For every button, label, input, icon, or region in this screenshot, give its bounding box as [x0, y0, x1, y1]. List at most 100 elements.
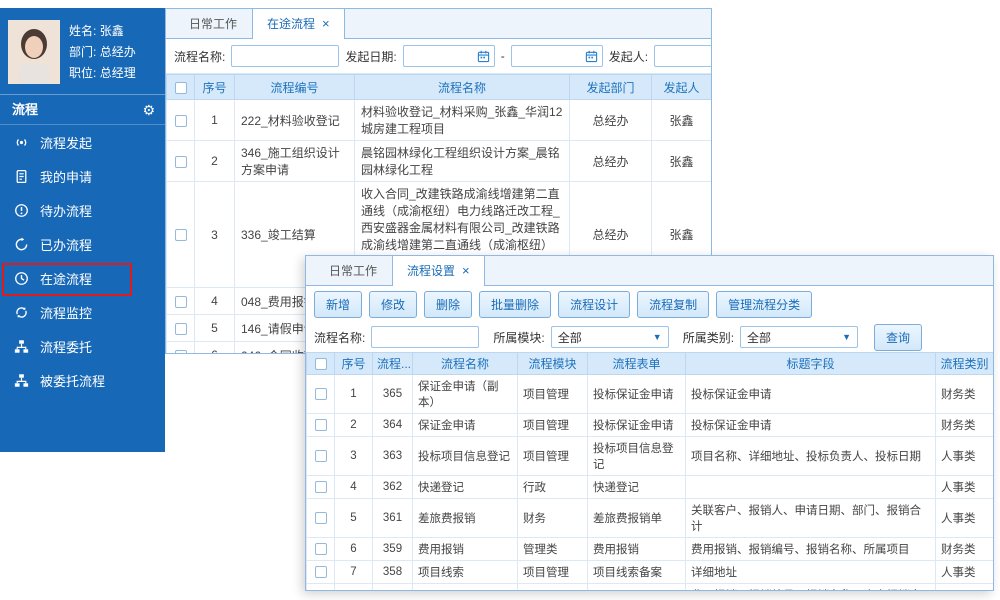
- cell-code: 359: [373, 538, 413, 561]
- sidebar-item-pending-processes[interactable]: 待办流程: [0, 193, 165, 227]
- cell-module: 项目管理: [518, 437, 588, 476]
- cell-title-fields: [686, 476, 936, 499]
- process-name-label: 流程名称:: [174, 48, 225, 65]
- module-label: 所属模块:: [493, 329, 544, 346]
- row-checkbox[interactable]: [175, 156, 187, 168]
- cell-title-fields: 关联客户、报销人、申请日期、部门、报销合计: [686, 499, 936, 538]
- cell-no: 1: [195, 100, 235, 141]
- table-row: 1 222_材料验收登记 材料验收登记_材料采购_张鑫_华润12城房建工程项目 …: [167, 100, 712, 141]
- calendar-icon: [585, 50, 598, 63]
- initiator-input[interactable]: [654, 45, 711, 67]
- delete-button[interactable]: 删除: [424, 291, 472, 318]
- table-row: 4 362 快递登记 行政 快递登记 人事类: [307, 476, 994, 499]
- col-header-form: 流程表单: [588, 353, 686, 375]
- end-date-input[interactable]: [511, 45, 603, 67]
- row-checkbox[interactable]: [315, 481, 327, 493]
- start-date-input[interactable]: [403, 45, 495, 67]
- sidebar-item-my-applications[interactable]: 我的申请: [0, 159, 165, 193]
- query-button[interactable]: 查询: [874, 324, 922, 351]
- process-name-label: 流程名称:: [314, 329, 365, 346]
- close-icon[interactable]: ×: [462, 266, 470, 276]
- toolbar: 新增 修改 删除 批量删除 流程设计 流程复制 管理流程分类: [306, 286, 993, 322]
- category-select[interactable]: 全部 ▼: [740, 326, 858, 348]
- category-label: 所属类别:: [683, 329, 734, 346]
- col-header-no: 序号: [195, 75, 235, 100]
- module-select[interactable]: 全部 ▼: [551, 326, 669, 348]
- tab-daily-work[interactable]: 日常工作: [314, 255, 392, 285]
- cell-no: 2: [195, 141, 235, 182]
- sidebar-item-label: 流程委托: [40, 337, 92, 356]
- sidebar-item-label: 流程监控: [40, 303, 92, 322]
- cell-name: 保证金申请: [413, 414, 518, 437]
- cell-form: 投标保证金申请: [588, 375, 686, 414]
- sidebar-item-process-monitoring[interactable]: 流程监控: [0, 295, 165, 329]
- cell-code: 222_材料验收登记: [235, 100, 355, 141]
- profile-dept-line: 部门: 总经办: [69, 42, 136, 63]
- gear-icon[interactable]: ⚙: [142, 95, 155, 125]
- col-header-person: 发起人: [652, 75, 712, 100]
- process-copy-button[interactable]: 流程复制: [637, 291, 709, 318]
- cell-category: 人事类: [936, 476, 994, 499]
- checkbox-cell: [307, 414, 335, 437]
- cell-category: 财务类: [936, 414, 994, 437]
- row-checkbox[interactable]: [315, 543, 327, 555]
- sidebar-item-completed-processes[interactable]: 已办流程: [0, 227, 165, 261]
- edit-button[interactable]: 修改: [369, 291, 417, 318]
- process-design-button[interactable]: 流程设计: [558, 291, 630, 318]
- sidebar-item-in-transit-processes[interactable]: 在途流程: [0, 261, 165, 295]
- cell-module: 行政: [518, 476, 588, 499]
- select-all-checkbox[interactable]: [175, 82, 187, 94]
- tab-process-settings[interactable]: 流程设置 ×: [392, 255, 485, 286]
- cell-category: 财务类: [936, 538, 994, 561]
- cell-name: 费用报销: [413, 538, 518, 561]
- sidebar-item-delegated-processes[interactable]: 被委托流程: [0, 363, 165, 397]
- table-row: 5 361 差旅费报销 财务 差旅费报销单 关联客户、报销人、申请日期、部门、报…: [307, 499, 994, 538]
- row-checkbox[interactable]: [315, 566, 327, 578]
- refresh-icon: [14, 237, 31, 252]
- add-button[interactable]: 新增: [314, 291, 362, 318]
- cell-name: 投标项目信息登记: [413, 437, 518, 476]
- tab-bar: 日常工作 流程设置 ×: [306, 256, 993, 286]
- cell-module: 项目管理: [518, 375, 588, 414]
- row-checkbox[interactable]: [175, 115, 187, 127]
- cell-title-fields: 投标保证金申请: [686, 414, 936, 437]
- cell-title-fields: 费用报销、报销编号、报销名称、本次报销金额: [686, 584, 936, 592]
- row-checkbox[interactable]: [175, 229, 187, 241]
- tab-label: 日常工作: [329, 262, 377, 279]
- row-checkbox[interactable]: [315, 388, 327, 400]
- process-name-input[interactable]: [231, 45, 339, 67]
- cell-module: 管理类: [518, 538, 588, 561]
- checkbox-cell: [167, 342, 195, 355]
- tab-label: 流程设置: [407, 262, 455, 279]
- sidebar-item-label: 待办流程: [40, 201, 92, 220]
- cell-dept: 总经办: [570, 141, 652, 182]
- tab-daily-work[interactable]: 日常工作: [174, 8, 252, 38]
- cell-module: 项目管理: [518, 561, 588, 584]
- checkbox-cell: [167, 100, 195, 141]
- table-row: 3 363 投标项目信息登记 项目管理 投标项目信息登记 项目名称、详细地址、投…: [307, 437, 994, 476]
- row-checkbox[interactable]: [175, 296, 187, 308]
- col-header-category: 流程类别: [936, 353, 994, 375]
- cell-category: 财务类: [936, 584, 994, 592]
- tab-in-transit[interactable]: 在途流程 ×: [252, 8, 345, 39]
- batch-delete-button[interactable]: 批量删除: [479, 291, 551, 318]
- sidebar-section-header: 流程 ⚙: [0, 95, 165, 125]
- process-name-input[interactable]: [371, 326, 479, 348]
- select-all-checkbox[interactable]: [315, 358, 327, 370]
- cell-title-fields: 项目名称、详细地址、投标负责人、投标日期: [686, 437, 936, 476]
- row-checkbox[interactable]: [315, 450, 327, 462]
- sidebar-item-process-initiate[interactable]: 流程发起: [0, 125, 165, 159]
- row-checkbox[interactable]: [175, 323, 187, 335]
- row-checkbox[interactable]: [175, 350, 187, 354]
- row-checkbox[interactable]: [315, 419, 327, 431]
- sidebar-item-process-delegation[interactable]: 流程委托: [0, 329, 165, 363]
- cell-no: 5: [195, 315, 235, 342]
- close-icon[interactable]: ×: [322, 19, 330, 29]
- sidebar-item-label: 流程发起: [40, 133, 92, 152]
- checkbox-cell: [307, 437, 335, 476]
- manage-category-button[interactable]: 管理流程分类: [716, 291, 812, 318]
- table-row: 2 346_施工组织设计方案申请 晨铭园林绿化工程组织设计方案_晨铭园林绿化工程…: [167, 141, 712, 182]
- row-checkbox[interactable]: [315, 512, 327, 524]
- sidebar-item-label: 在途流程: [40, 269, 92, 288]
- checkbox-cell: [307, 499, 335, 538]
